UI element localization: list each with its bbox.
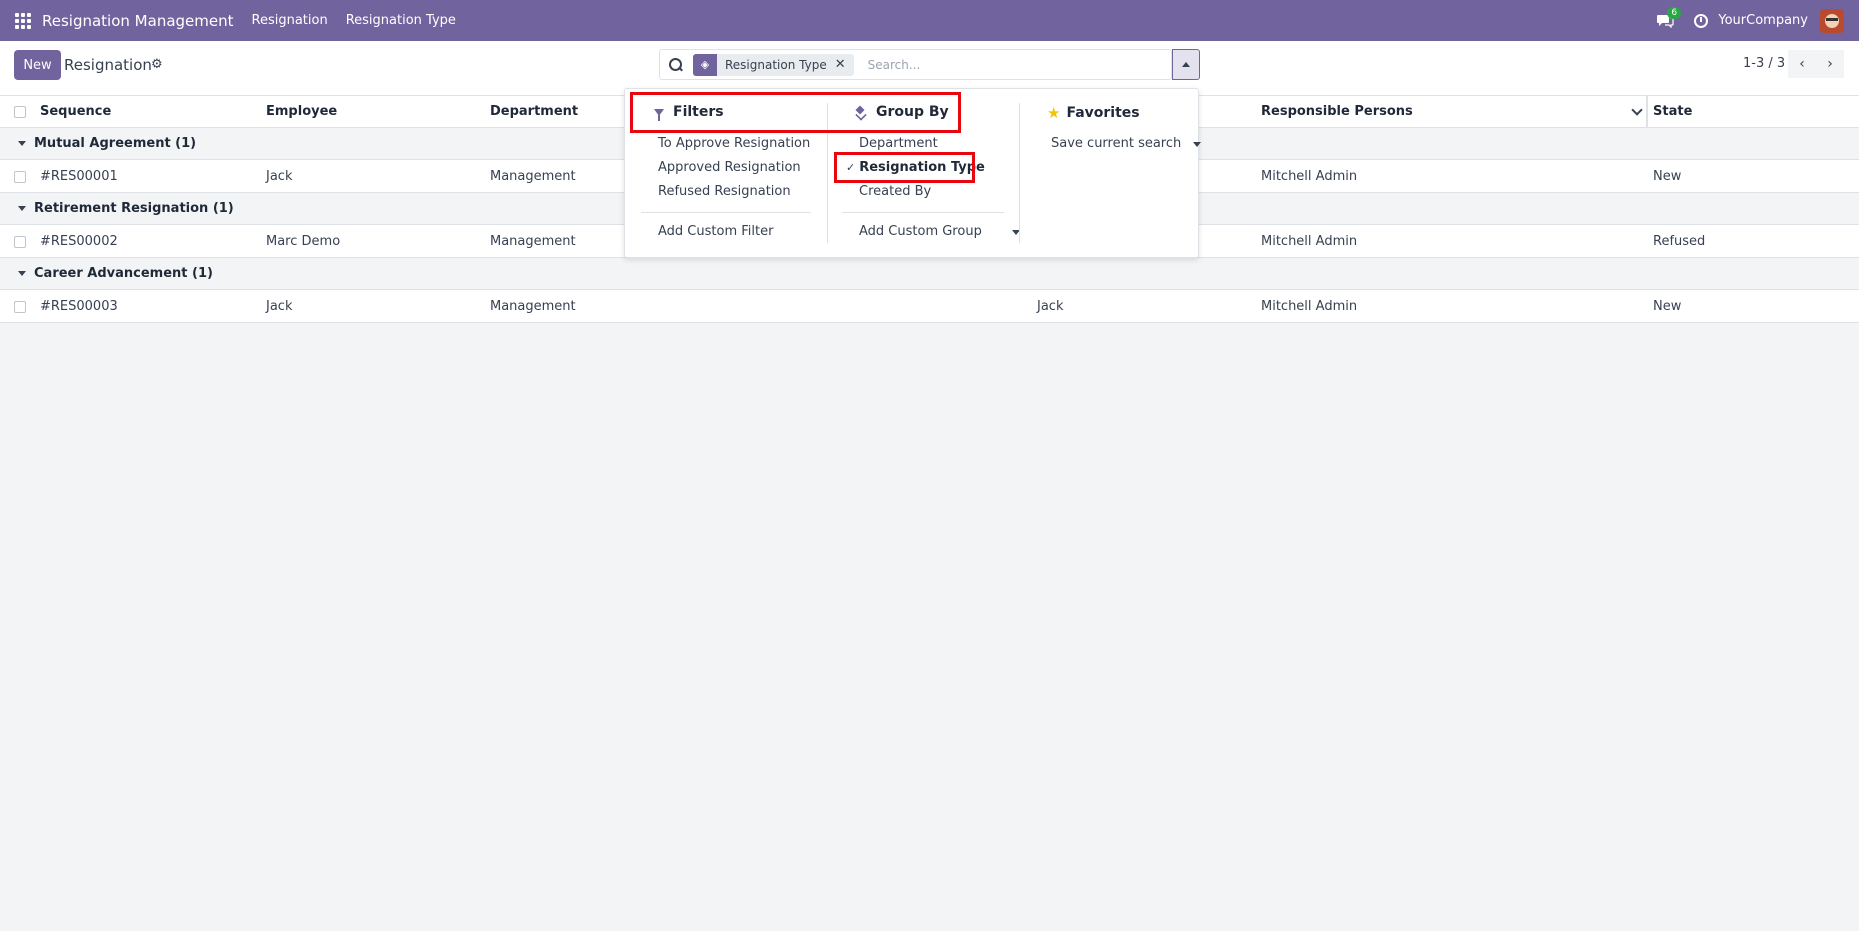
groupby-department[interactable]: Department bbox=[859, 136, 938, 151]
add-custom-group-label: Add Custom Group bbox=[859, 224, 982, 239]
row-checkbox[interactable] bbox=[14, 171, 26, 183]
table-row[interactable]: #RES00003 Jack Management Jack Mitchell … bbox=[0, 290, 1859, 323]
save-current-search[interactable]: Save current search bbox=[1051, 136, 1202, 151]
pager-value[interactable]: 1-3 / 3 bbox=[1743, 56, 1785, 71]
layers-icon: ◈ bbox=[693, 53, 717, 76]
remove-facet-icon[interactable]: ✕ bbox=[835, 57, 854, 72]
groupby-created-by[interactable]: Created By bbox=[859, 184, 931, 199]
group-label: Career Advancement (1) bbox=[34, 266, 213, 281]
menu-resignation[interactable]: Resignation bbox=[252, 13, 328, 28]
menu-resignation-type[interactable]: Resignation Type bbox=[346, 13, 456, 28]
pager-next-button[interactable]: › bbox=[1816, 50, 1844, 78]
cell-state: New bbox=[1653, 169, 1682, 184]
search-bar: ◈ Resignation Type ✕ bbox=[659, 49, 1172, 80]
row-checkbox[interactable] bbox=[14, 301, 26, 313]
column-sequence[interactable]: Sequence bbox=[40, 104, 111, 119]
gear-icon[interactable]: ⚙ bbox=[151, 57, 163, 72]
group-label: Mutual Agreement (1) bbox=[34, 136, 197, 151]
group-caret-icon bbox=[18, 271, 26, 276]
caret-down-icon bbox=[1193, 142, 1202, 147]
apps-grid-icon[interactable] bbox=[15, 12, 31, 29]
search-input[interactable] bbox=[867, 57, 1168, 72]
cell-sequence: #RES00002 bbox=[40, 234, 118, 249]
search-facet: ◈ Resignation Type ✕ bbox=[693, 53, 854, 76]
highlight-box-headers bbox=[630, 92, 961, 133]
add-custom-filter[interactable]: Add Custom Filter bbox=[658, 224, 773, 239]
facet-label: Resignation Type bbox=[725, 57, 827, 72]
company-switcher[interactable]: YourCompany bbox=[1718, 13, 1808, 28]
new-button[interactable]: New bbox=[14, 50, 61, 80]
cell-responsible: Mitchell Admin bbox=[1261, 169, 1358, 184]
chat-icon[interactable]: 6 bbox=[1656, 6, 1682, 28]
favorites-header: ★ Favorites bbox=[1047, 104, 1140, 122]
top-navbar: Resignation Management Resignation Resig… bbox=[0, 0, 1859, 41]
pager-previous-button[interactable]: ‹ bbox=[1788, 50, 1816, 78]
filter-refused[interactable]: Refused Resignation bbox=[658, 184, 791, 199]
cell-extra: Jack bbox=[1037, 299, 1064, 314]
cell-department: Management bbox=[490, 299, 576, 314]
cell-department: Management bbox=[490, 169, 576, 184]
group-row[interactable]: Career Advancement (1) bbox=[0, 258, 1859, 290]
groupby-separator bbox=[842, 212, 1004, 213]
filter-approved[interactable]: Approved Resignation bbox=[658, 160, 801, 175]
column-divider bbox=[1646, 96, 1648, 128]
column-department[interactable]: Department bbox=[490, 104, 578, 119]
column-responsible-persons[interactable]: Responsible Persons bbox=[1261, 104, 1413, 119]
row-checkbox[interactable] bbox=[14, 236, 26, 248]
group-caret-icon bbox=[18, 141, 26, 146]
search-icon bbox=[669, 57, 683, 72]
favorites-title: Favorites bbox=[1066, 105, 1140, 121]
filter-to-approve[interactable]: To Approve Resignation bbox=[658, 136, 810, 151]
cell-employee: Jack bbox=[266, 169, 293, 184]
breadcrumb: Resignation bbox=[64, 56, 152, 74]
group-label: Retirement Resignation (1) bbox=[34, 201, 234, 216]
app-brand[interactable]: Resignation Management bbox=[42, 12, 234, 30]
highlight-box-selected bbox=[834, 152, 975, 183]
select-all-checkbox[interactable] bbox=[14, 106, 26, 118]
search-panel-toggle-button[interactable] bbox=[1172, 49, 1200, 80]
filters-separator bbox=[641, 212, 811, 213]
cell-responsible: Mitchell Admin bbox=[1261, 234, 1358, 249]
group-caret-icon bbox=[18, 206, 26, 211]
cell-state: New bbox=[1653, 299, 1682, 314]
save-current-search-label: Save current search bbox=[1051, 136, 1182, 151]
caret-up-icon bbox=[1182, 62, 1190, 67]
column-separator bbox=[1019, 103, 1020, 243]
cell-employee: Jack bbox=[266, 299, 293, 314]
chat-count-badge: 6 bbox=[1667, 6, 1682, 19]
search-panel-dropdown: Filters To Approve Resignation Approved … bbox=[624, 88, 1202, 258]
cell-department: Management bbox=[490, 234, 576, 249]
user-avatar[interactable] bbox=[1820, 8, 1844, 33]
cell-employee: Marc Demo bbox=[266, 234, 341, 249]
activity-clock-icon[interactable] bbox=[1694, 13, 1709, 28]
star-icon: ★ bbox=[1047, 104, 1061, 122]
optional-columns-chevron-icon[interactable] bbox=[1631, 104, 1643, 116]
cell-responsible: Mitchell Admin bbox=[1261, 299, 1358, 314]
cell-state: Refused bbox=[1653, 234, 1706, 249]
column-employee[interactable]: Employee bbox=[266, 104, 337, 119]
cell-sequence: #RES00001 bbox=[40, 169, 118, 184]
navbar-systray: 6 YourCompany bbox=[1656, 0, 1859, 41]
column-state[interactable]: State bbox=[1653, 104, 1692, 119]
add-custom-group[interactable]: Add Custom Group bbox=[859, 224, 1020, 239]
cell-sequence: #RES00003 bbox=[40, 299, 118, 314]
